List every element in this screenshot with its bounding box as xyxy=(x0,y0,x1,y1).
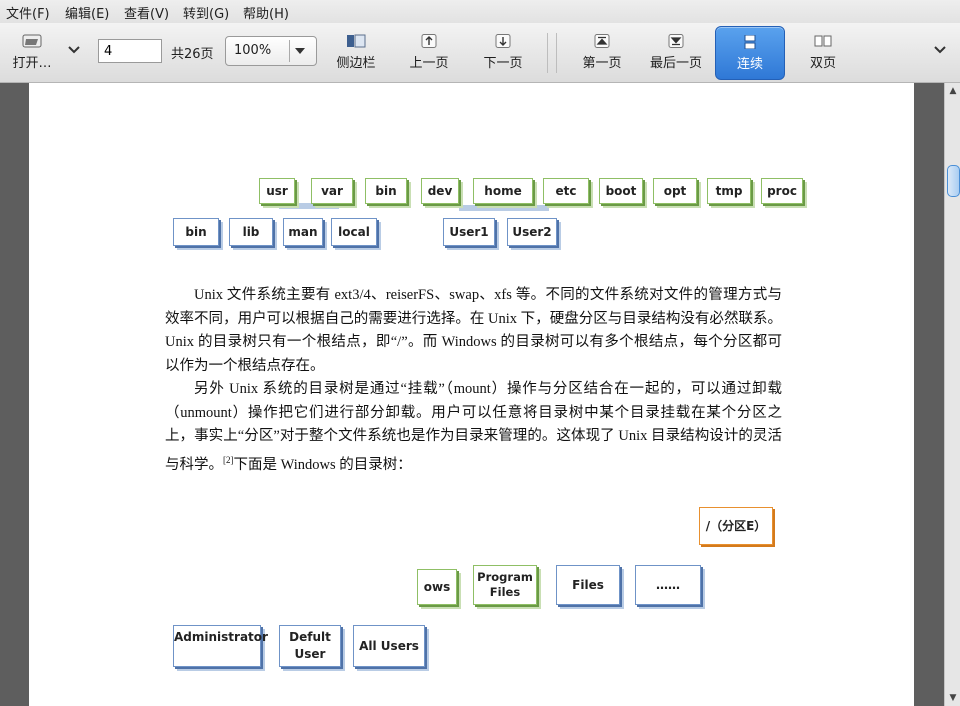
paragraph-1: Unix 文件系统主要有 ext3/4、reiserFS、swap、xfs 等。… xyxy=(165,287,782,374)
scroll-down-icon[interactable]: ▼ xyxy=(947,692,959,704)
dir-all-users: All Users xyxy=(353,625,425,667)
first-page-button[interactable]: 第一页 xyxy=(572,26,632,78)
first-page-label: 第一页 xyxy=(582,56,622,71)
dir-administrator: Administrator xyxy=(173,625,268,667)
zoom-value: 100% xyxy=(234,43,272,58)
open-recent-dropdown[interactable] xyxy=(62,26,86,78)
paragraph-2-tail: 下面是 Windows 的目录树： xyxy=(233,456,412,473)
dir-usr: usr xyxy=(259,178,295,204)
chevron-down-icon xyxy=(68,46,80,54)
folder-open-icon xyxy=(22,34,42,48)
dual-page-button[interactable]: 双页 xyxy=(793,26,853,78)
arrow-down-icon xyxy=(495,34,511,48)
menu-bar: 文件(F) 编辑(E) 查看(V) 转到(G) 帮助(H) xyxy=(0,0,960,24)
sidebar-icon xyxy=(347,34,366,48)
continuous-button[interactable]: 连续 xyxy=(715,26,785,80)
menu-help[interactable]: 帮助(H) xyxy=(243,3,289,22)
continuous-label: 连续 xyxy=(736,57,763,72)
next-page-label: 下一页 xyxy=(483,56,523,71)
dir-home: home xyxy=(473,178,533,204)
dir-local: local xyxy=(331,218,377,246)
toolbar-separator xyxy=(547,33,548,73)
dir-windows: ows xyxy=(417,569,457,605)
dir-bin-sub: bin xyxy=(173,218,219,246)
dir-opt: opt xyxy=(653,178,697,204)
continuous-icon xyxy=(744,35,756,49)
dir-boot: boot xyxy=(599,178,643,204)
dir-defult-user: Defult User xyxy=(279,625,341,667)
dir-proc: proc xyxy=(761,178,803,204)
sidebar-button[interactable]: 侧边栏 xyxy=(326,26,386,78)
dir-dev: dev xyxy=(421,178,459,204)
dir-tmp: tmp xyxy=(707,178,751,204)
dir-more: …… xyxy=(635,565,701,605)
zoom-select[interactable]: 100% xyxy=(225,36,317,66)
citation: [2] xyxy=(223,454,234,465)
paragraph-2: 另外 Unix 系统的目录树是通过“挂载”（mount）操作与分区结合在一起的，… xyxy=(165,378,782,477)
dir-files: Files xyxy=(556,565,620,605)
dual-page-icon xyxy=(814,35,832,47)
toolbar-overflow-button[interactable] xyxy=(928,26,952,78)
page-total-label: 共26页 xyxy=(171,47,214,62)
dir-program-files: Program Files xyxy=(473,565,537,605)
dir-user1: User1 xyxy=(443,218,495,246)
menu-go[interactable]: 转到(G) xyxy=(183,3,229,22)
menu-file[interactable]: 文件(F) xyxy=(6,3,50,22)
scroll-up-icon[interactable]: ▲ xyxy=(947,85,959,97)
scroll-thumb[interactable] xyxy=(947,165,960,197)
page-number-input[interactable] xyxy=(98,39,162,63)
toolbar-separator xyxy=(556,33,557,73)
dir-user2: User2 xyxy=(507,218,557,246)
prev-page-button[interactable]: 上一页 xyxy=(398,26,460,78)
toolbar: 打开… 共26页 100% 侧边栏 上一页 下一页 xyxy=(0,23,960,83)
menu-view[interactable]: 查看(V) xyxy=(124,3,169,22)
body-text: Unix 文件系统主要有 ext3/4、reiserFS、swap、xfs 等。… xyxy=(165,284,782,477)
dir-lib: lib xyxy=(229,218,273,246)
dropdown-arrow-icon xyxy=(295,48,305,54)
dual-page-label: 双页 xyxy=(809,56,836,71)
prev-page-label: 上一页 xyxy=(409,56,449,71)
chevron-down-icon xyxy=(934,46,946,54)
last-page-icon xyxy=(668,34,684,48)
menu-edit[interactable]: 编辑(E) xyxy=(65,3,109,22)
last-page-label: 最后一页 xyxy=(649,56,702,71)
next-page-button[interactable]: 下一页 xyxy=(472,26,534,78)
dir-bin: bin xyxy=(365,178,407,204)
dir-man: man xyxy=(283,218,323,246)
partition-e: /（分区E） xyxy=(699,507,773,545)
vertical-scrollbar[interactable]: ▲ ▼ xyxy=(944,83,960,706)
sidebar-label: 侧边栏 xyxy=(336,56,376,71)
open-button[interactable]: 打开… xyxy=(6,26,58,78)
dir-etc: etc xyxy=(543,178,589,204)
document-page: usr var bin dev home etc boot opt tmp pr… xyxy=(29,83,914,706)
dir-var: var xyxy=(311,178,353,204)
open-label: 打开… xyxy=(12,56,52,71)
first-page-icon xyxy=(594,34,610,48)
document-viewport[interactable]: usr var bin dev home etc boot opt tmp pr… xyxy=(0,83,944,706)
last-page-button[interactable]: 最后一页 xyxy=(644,26,708,78)
arrow-up-icon xyxy=(421,34,437,48)
